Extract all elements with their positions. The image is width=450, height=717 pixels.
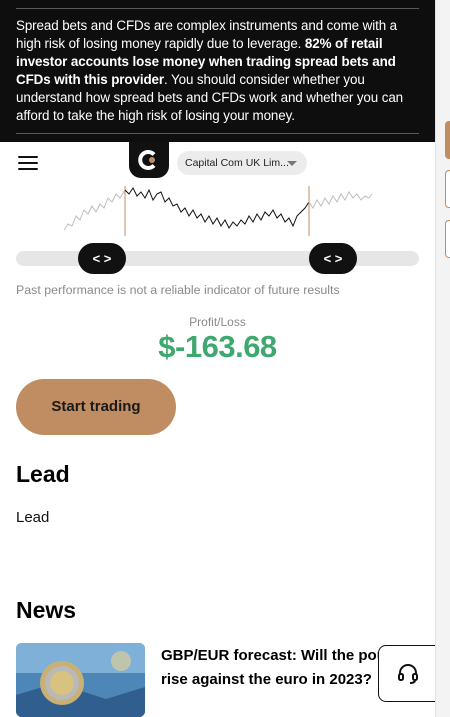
entity-selector[interactable]: Capital Com UK Lim... [177, 151, 307, 175]
lead-text: Lead [16, 509, 50, 526]
price-line-before [63, 189, 126, 231]
divider [16, 8, 419, 9]
risk-warning-banner: Spread bets and CFDs are complex instrum… [0, 0, 435, 142]
price-line-after [308, 191, 373, 209]
lead-heading: Lead [16, 461, 70, 487]
caret-down-icon [287, 161, 297, 166]
range-handle-start[interactable]: < > [78, 243, 126, 274]
headset-support-icon [398, 664, 418, 684]
start-trading-button[interactable]: Start trading [16, 379, 176, 435]
divider [16, 133, 419, 134]
profit-loss-value: $-163.68 [158, 329, 277, 364]
price-chart [63, 186, 373, 236]
news-heading: News [16, 597, 77, 623]
side-tab[interactable] [445, 170, 450, 208]
page: Spread bets and CFDs are complex instrum… [0, 0, 435, 717]
profit-loss-label: Profit/Loss [189, 315, 246, 329]
entity-selector-label: Capital Com UK Lim... [185, 157, 289, 169]
support-button[interactable] [378, 645, 435, 702]
performance-disclaimer: Past performance is not a reliable indic… [16, 283, 340, 297]
news-item-title[interactable]: GBP/EUR forecast: Will the pound rise ag… [161, 644, 411, 692]
range-handle-end[interactable]: < > [309, 243, 357, 274]
site-header: Capital Com UK Lim... [0, 142, 435, 186]
side-tab[interactable] [445, 121, 450, 159]
risk-warning-text: Spread bets and CFDs are complex instrum… [16, 18, 404, 123]
news-thumbnail[interactable] [16, 643, 145, 717]
hamburger-menu-icon[interactable] [18, 156, 38, 170]
capital-com-logo[interactable] [129, 142, 169, 178]
side-tab[interactable] [445, 220, 450, 258]
date-range-slider[interactable] [16, 251, 419, 266]
price-line-selected [124, 187, 310, 229]
side-panel-edge [435, 0, 450, 717]
